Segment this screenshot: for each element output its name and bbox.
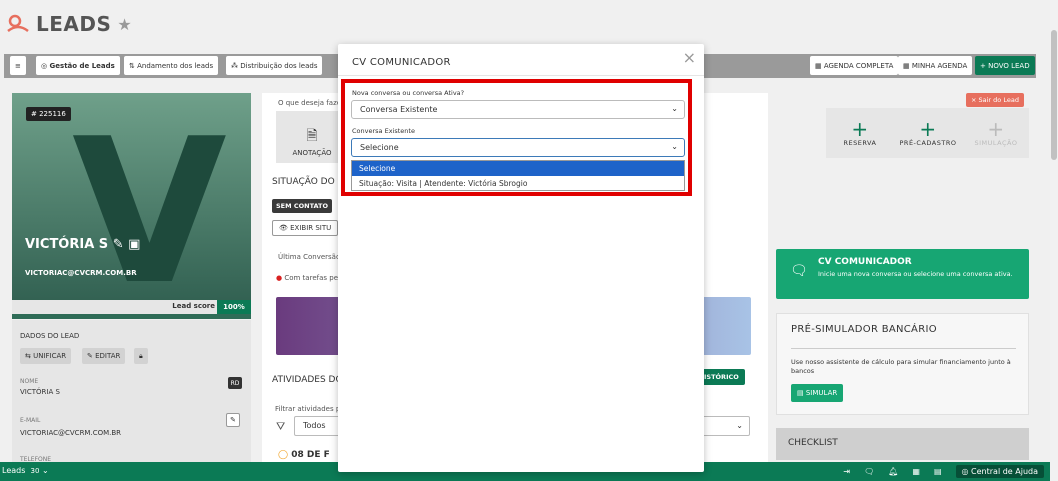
ultima-conversao: Última Conversão: [278, 253, 341, 261]
cv-card-subtitle: Inicie uma nova conversa ou selecione um…: [818, 270, 1013, 278]
filter-icon: ⛛: [276, 420, 286, 433]
pre-simulador-text: Use nosso assistente de cálculo para sim…: [791, 358, 1011, 376]
activity-date: ◯ 08 DE F: [278, 450, 330, 460]
filtrar-label: Filtrar atividades p: [275, 405, 341, 413]
status-leads[interactable]: Leads 30 ⌄: [2, 466, 49, 475]
nome-label: NOME: [20, 378, 39, 385]
situacao-heading: SITUAÇÃO DO L: [272, 177, 343, 187]
sem-contato-badge: SEM CONTATO: [272, 199, 333, 213]
edit-email-button[interactable]: ✎: [226, 413, 240, 427]
agenda-completa-button[interactable]: ▦ AGENDA COMPLETA: [810, 56, 899, 75]
pencil-icon: ✎: [230, 416, 236, 424]
page-scrollbar[interactable]: [1050, 0, 1058, 481]
dados-do-lead-heading: DADOS DO LEAD: [20, 332, 80, 340]
pre-cadastro-button[interactable]: + PRÉ-CADASTRO: [894, 108, 962, 158]
action-question: O que deseja fazer: [278, 99, 344, 107]
timeline-circle-icon: ◯: [278, 450, 289, 460]
edit-pencil-icon[interactable]: ✎: [113, 237, 124, 252]
historico-button[interactable]: ISTÓRICO: [698, 369, 745, 385]
plus-icon: +: [919, 117, 937, 141]
lead-card: # 225116 V VICTÓRIA S ✎ ▣ VICTORIAC@CVCR…: [12, 93, 251, 313]
simulacao-button[interactable]: + SIMULAÇÃO: [962, 108, 1030, 158]
page-title: LEADS: [36, 12, 112, 36]
chevron-down-icon: ⌄: [736, 421, 743, 430]
lead-score-value: 100%: [217, 300, 251, 314]
pre-simulador-card: PRÉ-SIMULADOR BANCÁRIO Use nosso assiste…: [776, 313, 1029, 415]
pre-simulador-title: PRÉ-SIMULADOR BANCÁRIO: [791, 324, 937, 335]
leads-logo-icon: [7, 14, 29, 33]
document-icon: 🗎︎: [306, 128, 318, 144]
lead-name: VICTÓRIA S ✎ ▣: [25, 237, 141, 252]
lead-id-badge: # 225116: [26, 107, 71, 121]
red-highlight-box: [341, 79, 692, 196]
red-dot-icon: ●: [276, 274, 283, 282]
exibir-situacao-button[interactable]: 👁︎ EXIBIR SITU: [272, 220, 339, 236]
divider: [791, 348, 1016, 349]
plus-icon: +: [851, 117, 869, 141]
status-actions: ⇥ 🗨︎ 🔔︎ ▦ ▤ ◎ Central de Ajuda: [843, 465, 1044, 478]
tab-andamento-dos-leads[interactable]: ⇅ Andamento dos leads: [124, 56, 219, 75]
cv-card-title: CV COMUNICADOR: [818, 257, 912, 267]
editar-button[interactable]: ✎ EDITAR: [82, 348, 126, 364]
central-de-ajuda-button[interactable]: ◎ Central de Ajuda: [955, 465, 1044, 478]
modal-title: CV COMUNICADOR: [352, 57, 451, 68]
card-icon[interactable]: ▣: [128, 237, 140, 252]
tab-distribuicao-dos-leads[interactable]: ⁂ Distribuição dos leads: [226, 56, 323, 75]
novo-lead-button[interactable]: + NOVO LEAD: [975, 56, 1035, 75]
atividades-heading: ATIVIDADES DO: [272, 375, 343, 385]
email-label: E-MAIL: [20, 417, 41, 424]
favorite-star-icon[interactable]: ★: [117, 15, 131, 34]
checklist-card[interactable]: CHECKLIST: [776, 428, 1029, 460]
modal-divider: [338, 75, 704, 76]
cv-comunicador-card[interactable]: 🗨︎ CV COMUNICADOR Inicie uma nova conver…: [776, 249, 1029, 299]
menu-toggle-button[interactable]: ≡: [10, 56, 26, 75]
chat-icon: 🗨︎: [790, 263, 808, 279]
collapse-icon[interactable]: ⇥: [843, 467, 850, 476]
lock-button[interactable]: 🔒︎: [134, 348, 148, 364]
tarefas-pendentes: ● Com tarefas pe: [276, 274, 338, 282]
checklist-title: CHECKLIST: [788, 438, 838, 448]
calendar-icon[interactable]: ▦: [912, 467, 920, 476]
lock-icon: 🔒︎: [139, 351, 143, 360]
rd-badge: RD: [228, 377, 242, 389]
reserva-button[interactable]: + RESERVA: [826, 108, 894, 158]
nome-value: VICTÓRIA S: [20, 388, 60, 396]
tab-gestao-de-leads[interactable]: ◎ Gestão de Leads: [36, 56, 120, 75]
email-value: VICTORIAC@CVCRM.COM.BR: [20, 429, 122, 437]
chat-icon[interactable]: 🗨︎: [864, 467, 874, 476]
close-icon[interactable]: ×: [683, 48, 696, 67]
lead-score-label: Lead score: [172, 302, 215, 310]
page-header: LEADS ★: [6, 12, 132, 36]
menu-icon: ≡: [15, 61, 21, 70]
right-actions-grid: + RESERVA + PRÉ-CADASTRO + SIMULAÇÃO: [826, 108, 1029, 158]
calculator-icon[interactable]: ▤: [934, 467, 942, 476]
plus-icon: +: [987, 117, 1005, 141]
bell-icon[interactable]: 🔔︎: [888, 467, 898, 476]
scrollbar-thumb[interactable]: [1051, 30, 1057, 160]
simular-button[interactable]: ▤ SIMULAR: [791, 384, 844, 402]
lead-score-bar: [12, 314, 251, 319]
lead-email: VICTORIAC@CVCRM.COM.BR: [25, 269, 137, 277]
unificar-button[interactable]: ⇆ UNIFICAR: [20, 348, 72, 364]
minha-agenda-button[interactable]: ▦ MINHA AGENDA: [898, 56, 973, 75]
lead-score: Lead score 100%: [12, 300, 251, 314]
lead-avatar-initial: V: [72, 96, 227, 329]
lead-data-panel: DADOS DO LEAD ⇆ UNIFICAR ✎ EDITAR 🔒︎ NOM…: [12, 320, 251, 470]
sair-do-lead-button[interactable]: × Sair do Lead: [966, 93, 1024, 107]
